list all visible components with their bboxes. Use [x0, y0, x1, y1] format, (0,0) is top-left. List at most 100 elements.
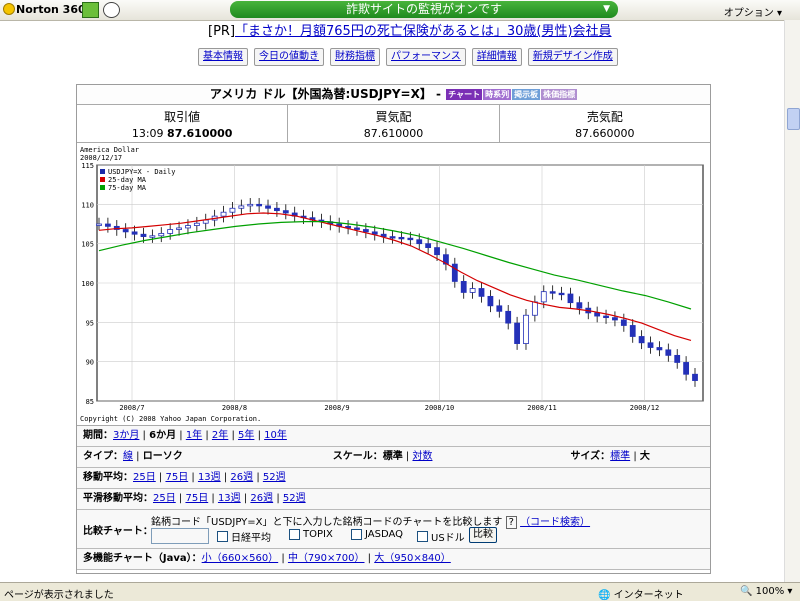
option-selected: 標準 — [382, 451, 403, 462]
moving-average-row: 移動平均：25日 | 75日 | 13週 | 26週 | 52週 — [77, 468, 710, 489]
option-link[interactable]: 対数 — [412, 451, 432, 462]
vertical-scrollbar[interactable] — [784, 20, 800, 582]
type-row: タイプ：線 | ローソク スケール：標準 | 対数 サイズ：標準 | 大 — [77, 447, 710, 468]
price-chart: America Dollar 2008/12/17 85 90 95 100 105 110 1… — [77, 143, 710, 426]
badge-0[interactable]: チャート — [446, 89, 483, 100]
options-menu[interactable]: オプション ▾ — [724, 4, 782, 19]
compare-label: 比較チャート： — [83, 526, 153, 537]
chevron-down-icon[interactable]: ▼ — [603, 1, 610, 18]
compare-code-input[interactable] — [151, 528, 209, 544]
compare-checkbox[interactable]: USドル — [417, 529, 465, 544]
tab-1[interactable]: 今日の値動き — [254, 48, 324, 66]
checkbox-box[interactable] — [351, 529, 362, 540]
title-text: アメリカ ドル【外国為替:USDJPY=X】 - — [209, 87, 442, 101]
row-label: タイプ： — [83, 451, 123, 462]
chart-title: America Dollar — [80, 146, 139, 154]
candle — [460, 281, 467, 293]
badge-1[interactable]: 時系列 — [483, 89, 512, 100]
compare-checkbox[interactable]: 日経平均 — [217, 529, 271, 544]
page-title: アメリカ ドル【外国為替:USDJPY=X】 - チャート 時系列 掲示板 株価指標 — [77, 85, 710, 105]
java-chart-link[interactable]: 小（660×560） — [202, 553, 279, 564]
option-link[interactable]: 26週 — [230, 472, 253, 483]
candle — [149, 235, 156, 238]
option-link[interactable]: 線 — [123, 451, 133, 462]
option-link[interactable]: 52週 — [283, 493, 306, 504]
candle — [167, 229, 174, 234]
option-link[interactable]: 52週 — [263, 472, 286, 483]
x-tick-label: 2008/8 — [222, 404, 247, 412]
checkbox-box[interactable] — [289, 529, 300, 540]
option-link[interactable]: 1年 — [186, 430, 202, 441]
candle — [594, 312, 601, 317]
candle — [629, 325, 636, 337]
candle — [620, 319, 627, 326]
zoom-level[interactable]: 🔍 100% ▾ — [740, 586, 792, 597]
option-link[interactable]: 13週 — [218, 493, 241, 504]
option-link[interactable]: 2年 — [212, 430, 228, 441]
candle — [469, 288, 476, 293]
candle — [407, 237, 414, 241]
candle — [558, 292, 565, 296]
candle — [238, 205, 245, 209]
badge-2[interactable]: 掲示板 — [512, 89, 541, 100]
legend-swatch — [100, 169, 105, 174]
option-link[interactable]: 13週 — [198, 472, 221, 483]
candle — [434, 247, 440, 256]
scroll-thumb[interactable] — [787, 108, 800, 130]
option-link[interactable]: 75日 — [185, 493, 208, 504]
globe-icon[interactable] — [103, 2, 120, 18]
monitor-icon[interactable] — [82, 2, 99, 18]
row-label: スケール： — [332, 451, 383, 462]
java-chart-link[interactable]: 中（790×700） — [288, 553, 365, 564]
x-tick-label: 2008/11 — [527, 404, 557, 412]
checkbox-box[interactable] — [217, 531, 228, 542]
pr-ad: [PR]「まさか！月額765円の死亡保険があるとは」30歳(男性)会社員 — [208, 20, 612, 39]
compare-button[interactable]: 比較 — [469, 527, 497, 543]
option-link[interactable]: 75日 — [165, 472, 188, 483]
option-link[interactable]: 3か月 — [113, 430, 139, 441]
ad-link[interactable]: 「まさか！月額765円の死亡保険があるとは」30歳(男性)会社員 — [235, 24, 612, 39]
option-selected: 大 — [639, 451, 650, 462]
candle — [638, 336, 645, 344]
bid-cell: 買気配 87.610000 — [288, 105, 500, 142]
trade-label: 取引値 — [164, 110, 201, 124]
candle — [549, 291, 556, 294]
candle — [674, 354, 681, 363]
legend-swatch — [100, 177, 105, 182]
phishing-status-bar[interactable]: 詐欺サイトの監視がオンです ▼ — [230, 1, 618, 18]
compare-checkbox[interactable]: JASDAQ — [351, 529, 403, 540]
option-link[interactable]: 5年 — [238, 430, 254, 441]
tab-5[interactable]: 新規デザイン作成 — [527, 48, 618, 66]
candle — [656, 347, 663, 351]
checkbox-box[interactable] — [417, 531, 428, 542]
tab-0[interactable]: 基本情報 — [198, 48, 248, 66]
candle — [514, 322, 520, 344]
option-link[interactable]: 25日 — [153, 493, 176, 504]
scale-group: スケール：標準 | 対数 — [332, 451, 433, 462]
y-tick-label: 85 — [86, 398, 94, 406]
tab-4[interactable]: 詳細情報 — [471, 48, 522, 66]
option-link[interactable]: 26週 — [250, 493, 273, 504]
compare-checkbox[interactable]: TOPIX — [289, 529, 333, 540]
size-group: サイズ：標準 | 大 — [570, 451, 650, 462]
code-search-link[interactable]: （コード検索） — [520, 517, 590, 528]
ad-prefix: [PR] — [208, 24, 236, 39]
row-label: 期間： — [83, 430, 113, 441]
option-selected: 6か月 — [149, 430, 177, 441]
java-chart-link[interactable]: 大（950×840） — [374, 553, 451, 564]
help-icon[interactable]: ? — [505, 516, 517, 529]
trade-time: 13:09 — [131, 127, 164, 140]
tab-2[interactable]: 財務指標 — [330, 48, 380, 66]
norton-app-name: Norton 360 — [16, 3, 86, 16]
trade-price-cell: 取引値 13:09 87.610000 — [77, 105, 289, 142]
legend-swatch — [100, 185, 105, 190]
tab-3[interactable]: パフォーマンス — [386, 48, 466, 66]
y-tick-label: 100 — [81, 280, 94, 288]
candle — [131, 231, 138, 235]
option-link[interactable]: 標準 — [610, 451, 630, 462]
row-label: 多機能チャート（Java）： — [83, 553, 202, 564]
badge-3[interactable]: 株価指標 — [541, 89, 578, 100]
option-link[interactable]: 10年 — [264, 430, 287, 441]
y-tick-label: 110 — [81, 201, 94, 209]
option-link[interactable]: 25日 — [133, 472, 156, 483]
